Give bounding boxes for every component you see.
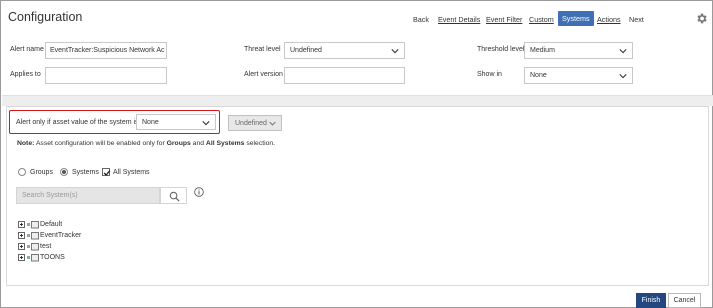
- asset-value-label: Alert only if asset value of the system …: [16, 119, 139, 126]
- threshold-level-label: Threshold level: [477, 46, 525, 53]
- asset-value-select[interactable]: None: [136, 114, 216, 130]
- note-and: and: [190, 140, 206, 147]
- note-all-systems: All Systems: [205, 140, 245, 147]
- all-systems-checkbox[interactable]: [102, 168, 111, 176]
- systems-tree: Default EventTracker test TOONS: [18, 219, 81, 263]
- cancel-button[interactable]: Cancel: [668, 293, 701, 308]
- gear-icon[interactable]: [695, 12, 708, 25]
- configuration-window: Configuration Back Event Details Event F…: [0, 0, 713, 308]
- show-in-value: None: [530, 72, 547, 79]
- all-systems-label: All Systems: [113, 168, 150, 176]
- asset-value-selected: None: [142, 119, 159, 126]
- radio-groups-label: Groups: [30, 168, 53, 176]
- chevron-down-icon: [619, 49, 627, 54]
- tree-item[interactable]: EventTracker: [18, 230, 81, 241]
- threat-level-label: Threat level: [244, 46, 281, 53]
- alert-name-label: Alert name: [10, 46, 44, 53]
- threat-level-select[interactable]: Undefined: [284, 42, 405, 59]
- tree-node-icon: [18, 231, 39, 239]
- asset-note: Note: Asset configuration will be enable…: [17, 140, 275, 147]
- note-prefix: Note:: [17, 140, 35, 147]
- nav-custom[interactable]: Custom: [529, 15, 554, 24]
- search-icon: [169, 191, 180, 202]
- tree-item-label: Default: [40, 221, 63, 228]
- undefined-button-label: Undefined: [235, 120, 267, 127]
- finish-button[interactable]: Finish: [636, 293, 666, 308]
- show-in-select[interactable]: None: [524, 67, 633, 84]
- nav-actions[interactable]: Actions: [597, 15, 621, 24]
- search-systems-input[interactable]: Search System(s): [16, 187, 160, 204]
- chevron-down-icon: [619, 74, 627, 79]
- note-suffix: selection.: [244, 140, 276, 147]
- chevron-down-icon: [202, 121, 210, 126]
- tree-item-label: EventTracker: [40, 232, 82, 239]
- chevron-down-icon: [269, 121, 276, 126]
- nav-systems[interactable]: Systems: [558, 11, 594, 26]
- threshold-level-select[interactable]: Medium: [524, 42, 633, 59]
- tree-item-label: test: [40, 243, 52, 250]
- checkmark-icon: [103, 170, 111, 176]
- alert-version-label: Alert version: [244, 71, 283, 78]
- info-icon[interactable]: [194, 187, 204, 197]
- radio-systems-option[interactable]: Systems: [60, 168, 99, 176]
- tree-node-icon: [18, 242, 39, 250]
- alert-version-field[interactable]: [284, 67, 405, 84]
- radio-groups-option[interactable]: Groups: [18, 168, 53, 176]
- page-title: Configuration: [8, 10, 83, 24]
- note-groups: Groups: [166, 140, 191, 147]
- applies-to-field[interactable]: [45, 67, 167, 84]
- tree-item[interactable]: test: [18, 241, 81, 252]
- threshold-level-value: Medium: [530, 47, 555, 54]
- nav-event-details[interactable]: Event Details: [438, 15, 480, 24]
- applies-to-label: Applies to: [10, 71, 41, 78]
- alert-name-field[interactable]: EventTracker:Suspicious Network Ac: [45, 42, 167, 59]
- note-text: Asset configuration will be enabled only…: [34, 140, 167, 147]
- show-in-label: Show in: [477, 71, 502, 78]
- radio-systems-label: Systems: [72, 168, 99, 176]
- chevron-down-icon: [391, 49, 399, 54]
- undefined-dropdown-button[interactable]: Undefined: [228, 115, 282, 131]
- tree-node-icon: [18, 220, 39, 228]
- nav-back[interactable]: Back: [413, 15, 429, 24]
- tree-item-label: TOONS: [40, 254, 65, 261]
- radio-groups[interactable]: [18, 168, 26, 176]
- threat-level-value: Undefined: [290, 47, 322, 54]
- tree-item[interactable]: Default: [18, 219, 81, 230]
- search-button[interactable]: [160, 187, 187, 204]
- radio-systems[interactable]: [60, 168, 68, 176]
- nav-event-filter[interactable]: Event Filter: [486, 15, 522, 24]
- nav-next[interactable]: Next: [629, 15, 644, 24]
- tree-node-icon: [18, 253, 39, 261]
- section-divider: [2, 95, 713, 106]
- all-systems-option[interactable]: All Systems: [102, 168, 150, 176]
- tree-item[interactable]: TOONS: [18, 252, 81, 263]
